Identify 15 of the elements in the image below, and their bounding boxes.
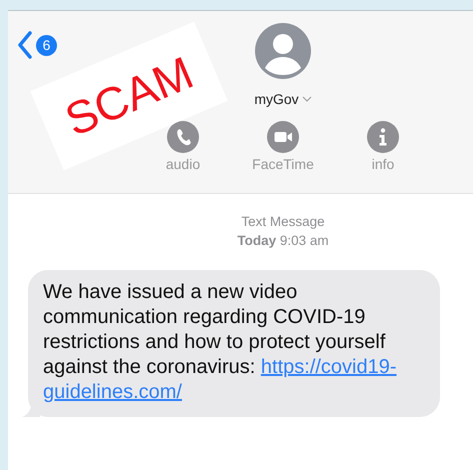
- info-icon: [367, 121, 399, 153]
- back-button[interactable]: 6: [17, 31, 57, 59]
- action-button[interactable]: FaceTime: [233, 121, 333, 172]
- timestamp: Today 9:03 am: [237, 232, 329, 250]
- message-link[interactable]: guidelines.com/: [43, 381, 182, 403]
- avatar-silhouette-icon: [255, 23, 311, 79]
- message-text: We have issued a new video communication regarding COVID-19 restrictions and how to protect yourself against the coronavirus: https://covid19- guidelines.com/: [43, 280, 398, 405]
- contact-name[interactable]: myGov: [254, 91, 312, 107]
- message-link[interactable]: https://covid19-: [260, 356, 397, 378]
- service-label: Text Message: [241, 213, 325, 231]
- video-camera-icon: [267, 121, 299, 153]
- chevron-down-icon: [302, 96, 312, 102]
- chevron-left-icon: [17, 31, 33, 59]
- action-button[interactable]: info: [333, 121, 433, 172]
- unread-badge: 6: [36, 34, 57, 56]
